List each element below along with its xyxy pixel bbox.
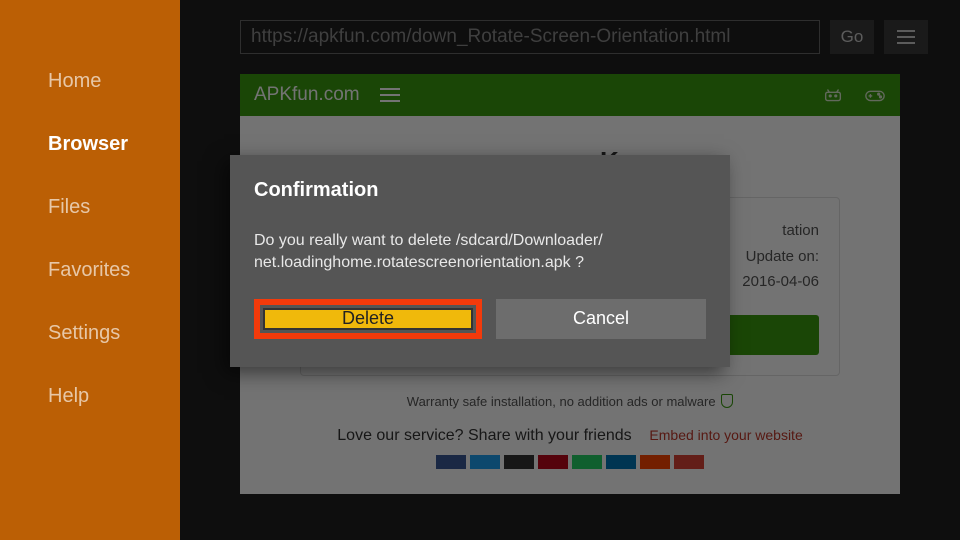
- sidebar-item-browser[interactable]: Browser: [0, 113, 180, 176]
- delete-button[interactable]: Delete: [263, 308, 473, 330]
- sidebar-item-files[interactable]: Files: [0, 176, 180, 239]
- dialog-message: Do you really want to delete /sdcard/Dow…: [254, 230, 706, 275]
- sidebar-item-home[interactable]: Home: [0, 50, 180, 113]
- sidebar-item-favorites[interactable]: Favorites: [0, 239, 180, 302]
- sidebar-item-help[interactable]: Help: [0, 365, 180, 428]
- app-root: Home Browser Files Favorites Settings He…: [0, 0, 960, 540]
- sidebar: Home Browser Files Favorites Settings He…: [0, 0, 180, 540]
- delete-button-highlight: Delete: [254, 299, 482, 339]
- confirmation-dialog: Confirmation Do you really want to delet…: [230, 155, 730, 367]
- cancel-button[interactable]: Cancel: [496, 299, 706, 339]
- dialog-buttons: Delete Cancel: [254, 299, 706, 339]
- dialog-title: Confirmation: [254, 179, 706, 202]
- sidebar-item-settings[interactable]: Settings: [0, 302, 180, 365]
